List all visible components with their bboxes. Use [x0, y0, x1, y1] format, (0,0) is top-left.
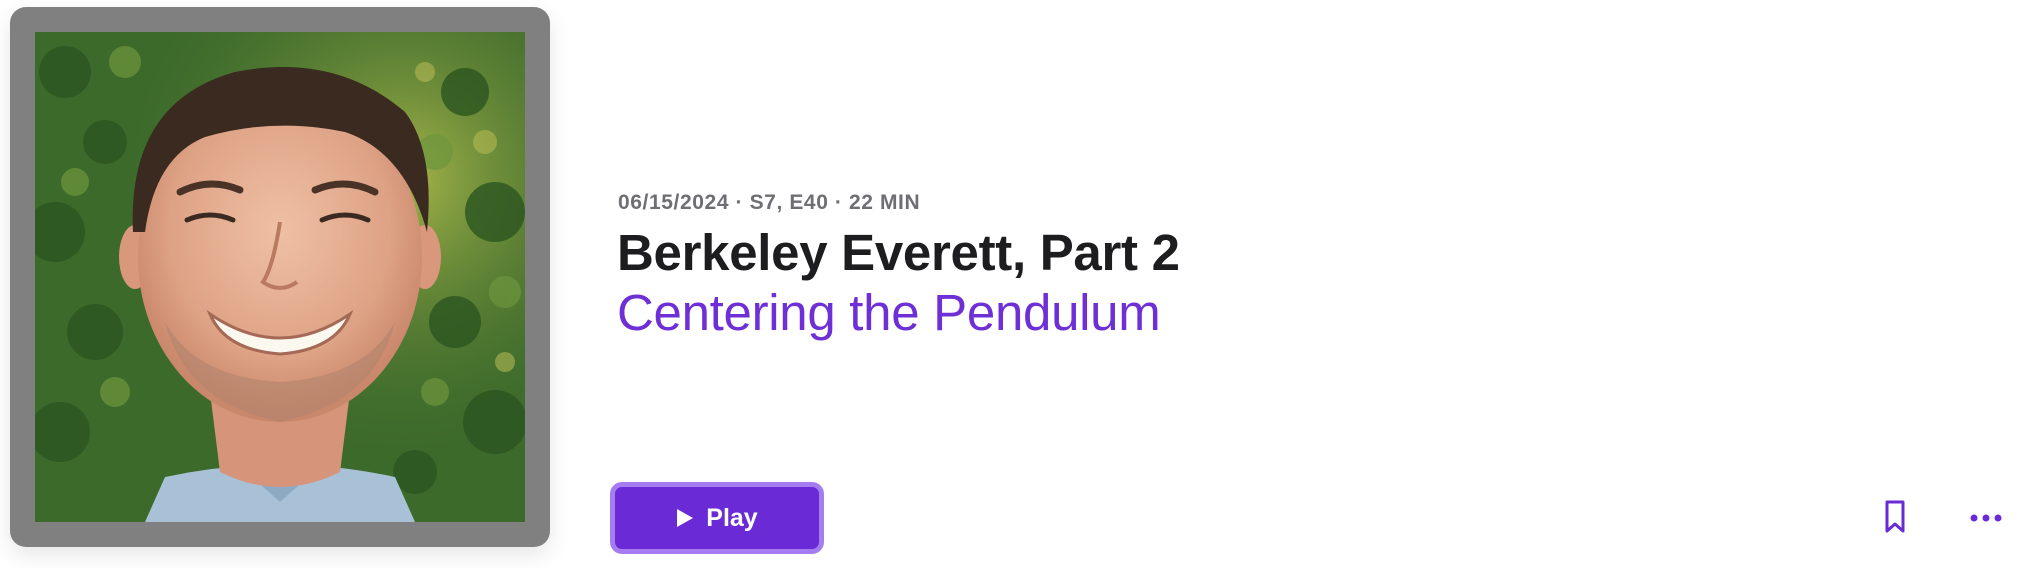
more-options-button[interactable] [1968, 505, 2004, 531]
bookmark-icon [1885, 500, 1905, 533]
episode-header: 06/15/2024 · S7, E40 · 22 MIN Berkeley E… [0, 0, 2018, 568]
episode-artwork [10, 7, 550, 547]
show-title-link[interactable]: Centering the Pendulum [617, 282, 1161, 343]
play-icon [677, 509, 694, 527]
play-button-label: Play [706, 503, 758, 532]
more-ellipsis-icon [1970, 514, 2002, 522]
play-button[interactable]: Play [610, 482, 824, 554]
episode-meta: 06/15/2024 · S7, E40 · 22 MIN [618, 191, 921, 214]
host-portrait-image [35, 32, 525, 522]
episode-title: Berkeley Everett, Part 2 [617, 224, 1180, 281]
bookmark-button[interactable] [1880, 498, 1910, 536]
